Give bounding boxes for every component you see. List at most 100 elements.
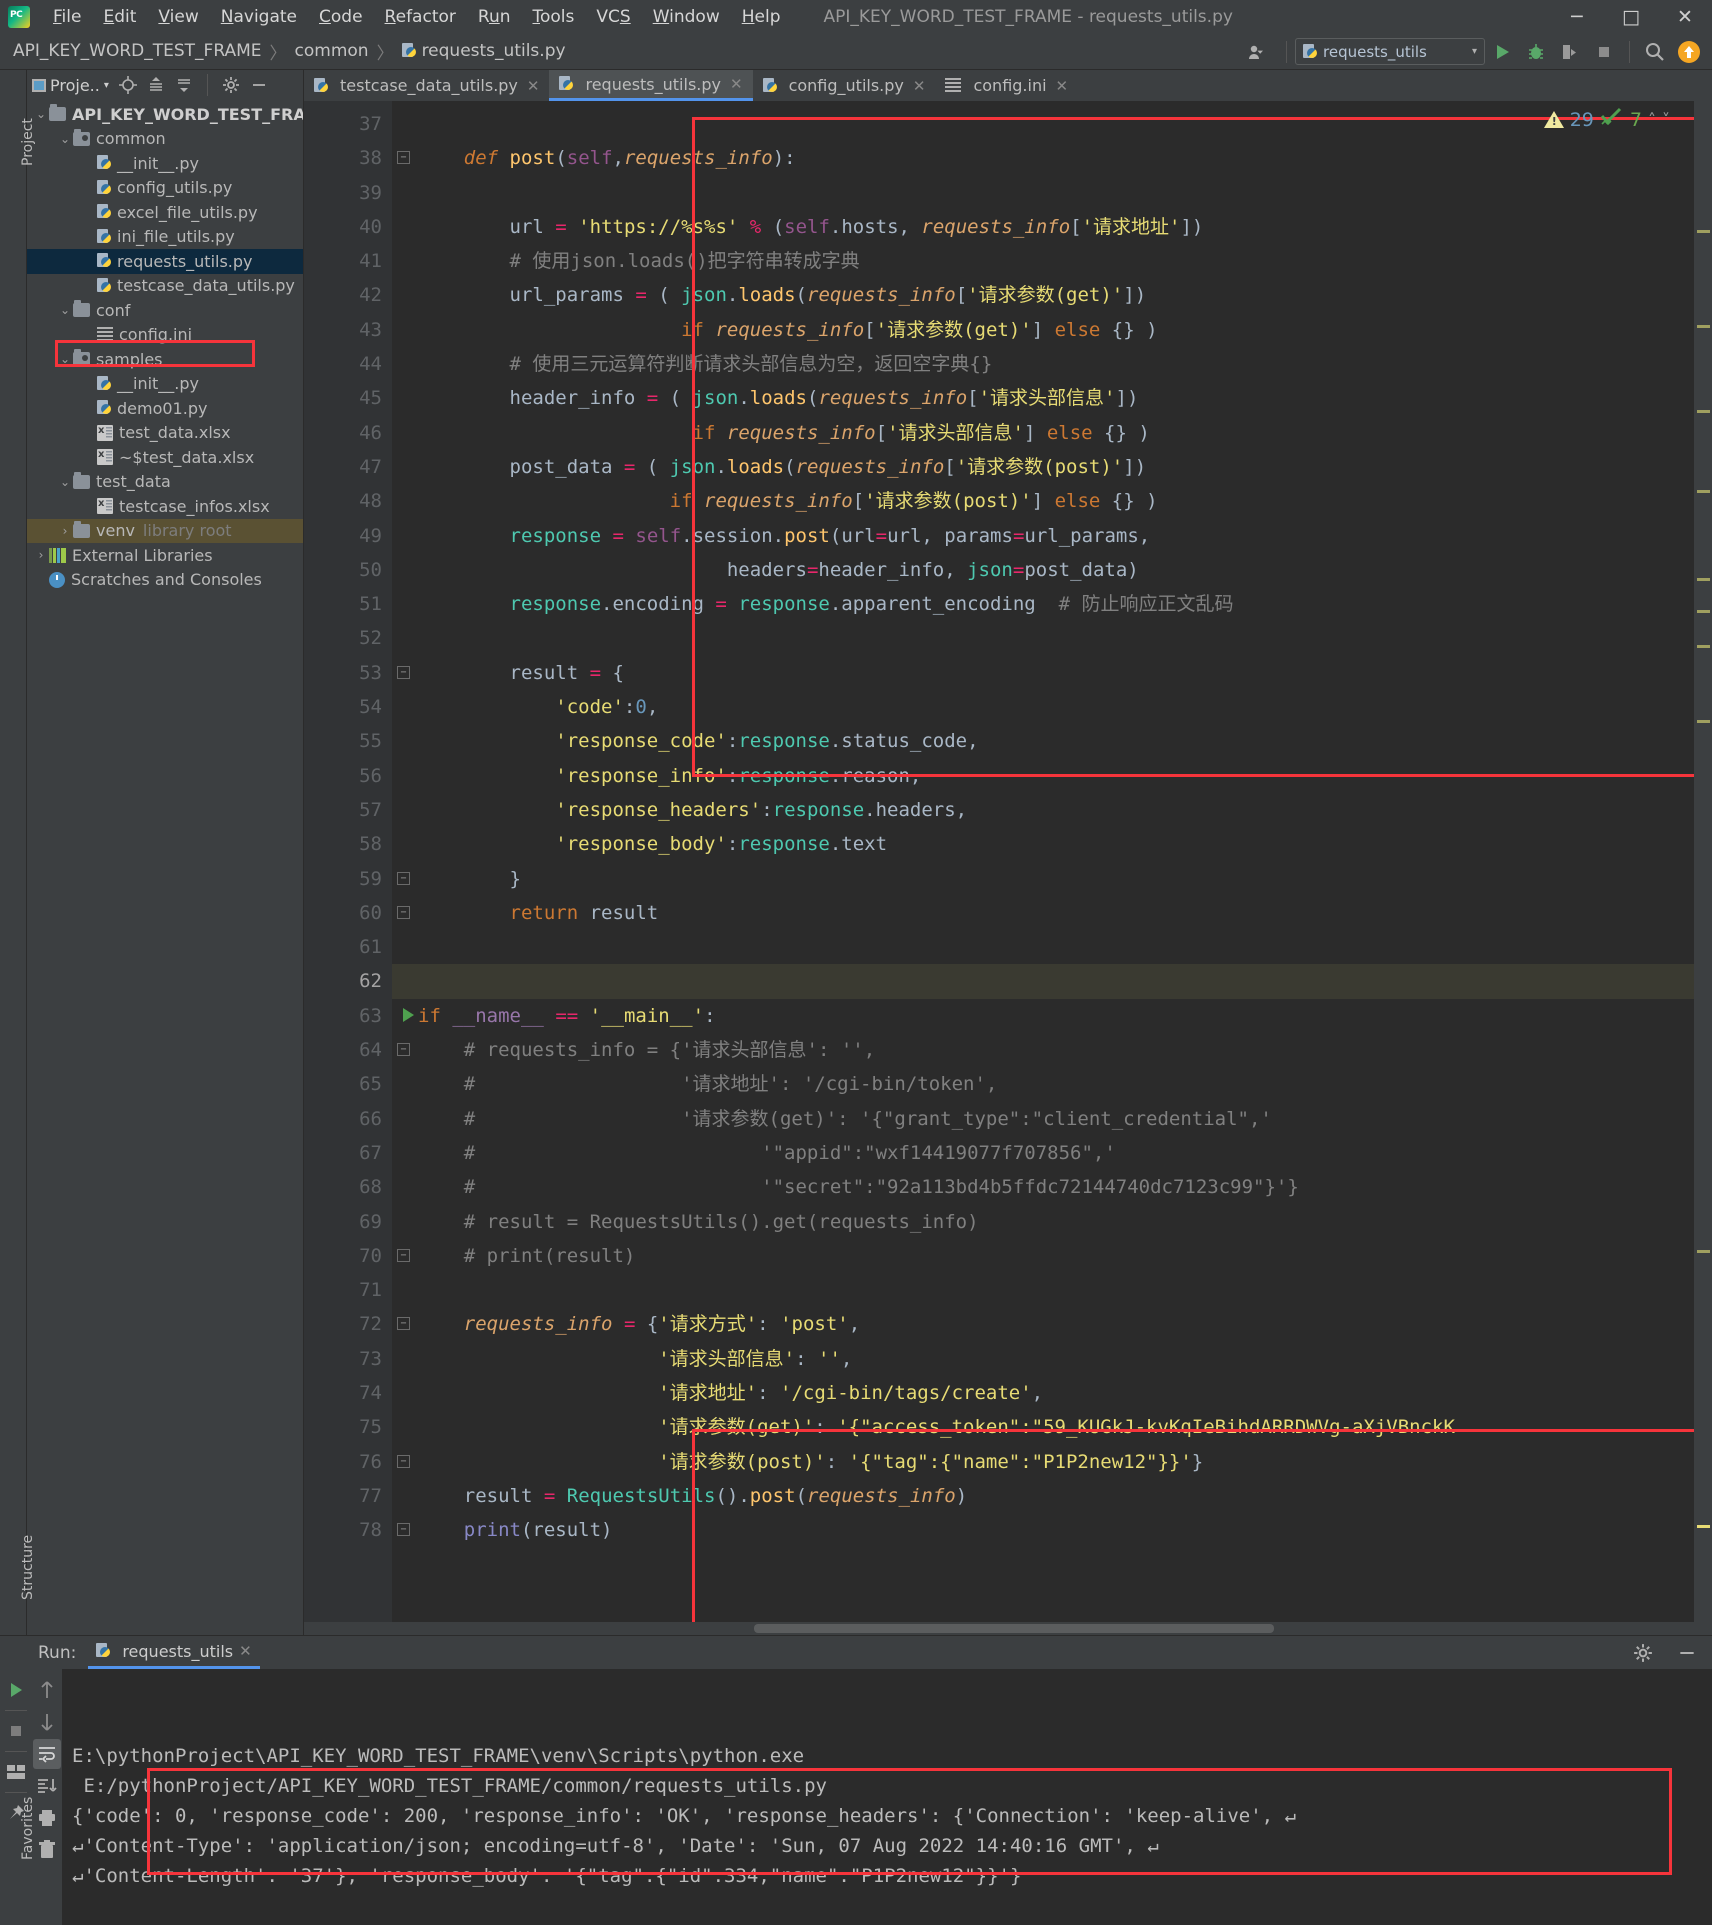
code-line[interactable]: if requests_info['请求参数(post)'] else {} ) [392,484,1694,518]
line-number[interactable]: 71 [304,1273,392,1307]
code-line[interactable] [392,964,1694,999]
code-line[interactable]: '请求参数(post)': '{"tag":{"name":"P1P2new12… [392,1445,1694,1479]
line-number[interactable]: 52 [304,621,392,655]
line-number[interactable]: 60− [304,896,410,930]
run-configuration-selector[interactable]: requests_utils ▾ [1295,38,1485,65]
breadcrumb-folder[interactable]: common [292,41,372,61]
code-line[interactable]: url = 'https://%s%s' % (self.hosts, requ… [392,210,1694,244]
editor-viewport[interactable]: 37 38−39 40 41 42 43 44 45 46 47 48 49 50 51 52 53−54 55… [304,101,1694,1622]
disclosure-triangle-icon[interactable]: ⌄ [57,352,73,366]
tree-item-test-data[interactable]: ⌄ test_data [27,470,303,495]
close-icon[interactable]: ✕ [1056,77,1069,95]
editor-tab-config-ini[interactable]: config.ini ✕ [935,70,1078,101]
rail-tab-favorites[interactable]: Favorites [20,1797,36,1860]
code-line[interactable]: result = RequestsUtils().post(requests_i… [392,1479,1694,1513]
code-line[interactable] [392,107,1694,141]
line-number[interactable]: 58 [304,827,392,861]
code-line[interactable]: print(result) [392,1513,1694,1547]
line-number[interactable]: 39 [304,176,392,210]
disclosure-triangle-icon[interactable]: › [57,524,73,538]
line-number[interactable]: 73 [304,1342,392,1376]
close-icon[interactable]: ✕ [913,77,926,95]
line-number[interactable]: 42 [304,278,392,312]
line-number[interactable]: 57 [304,793,392,827]
menu-window[interactable]: Window [642,4,731,30]
soft-wrap-icon[interactable] [32,1739,61,1769]
line-number[interactable]: 50 [304,553,392,587]
project-panel-title[interactable]: Proje.. ▾ [32,76,113,95]
inspection-widget[interactable]: 29 7 ˄ ˅ [1543,107,1670,132]
code-line[interactable]: # '"secret":"92a113bd4b5ffdc72144740dc71… [392,1170,1694,1204]
line-number[interactable]: 46 [304,416,392,450]
code-content[interactable]: def post(self,requests_info): url = 'htt… [392,101,1694,1622]
code-line[interactable]: url_params = ( json.loads(requests_info[… [392,278,1694,312]
code-line[interactable]: '请求地址': '/cgi-bin/tags/create', [392,1376,1694,1410]
tree-item-conf[interactable]: ⌄ conf [27,298,303,323]
tree-item--init-py[interactable]: __init__.py [27,151,303,176]
tree-item-scratches-and-consoles[interactable]: Scratches and Consoles [27,568,303,593]
menu-help[interactable]: Help [731,4,792,30]
tree-item--test-data-xlsx[interactable]: ~$test_data.xlsx [27,445,303,470]
disclosure-triangle-icon[interactable]: ⌄ [33,107,49,121]
tree-item-ini-file-utils-py[interactable]: ini_file_utils.py [27,225,303,250]
close-icon[interactable]: ✕ [239,1642,252,1660]
line-number[interactable]: 47 [304,450,392,484]
editor-marker-bar[interactable] [1694,70,1712,1635]
code-line[interactable]: 'response_body':response.text [392,827,1694,861]
up-icon[interactable] [33,1675,61,1705]
hide-icon[interactable] [1670,1636,1704,1670]
tree-item-testcase-data-utils-py[interactable]: testcase_data_utils.py [27,274,303,299]
disclosure-triangle-icon[interactable]: › [33,548,49,562]
line-number[interactable]: 74 [304,1376,392,1410]
coverage-icon[interactable] [1553,35,1587,69]
line-number[interactable]: 66 [304,1102,392,1136]
line-number[interactable]: 75 [304,1410,392,1444]
search-icon[interactable] [1638,35,1672,69]
update-icon[interactable] [1672,35,1706,69]
locate-icon[interactable] [115,72,141,98]
editor-tab-config-utils-py[interactable]: config_utils.py ✕ [753,70,936,101]
code-line[interactable]: return result [392,896,1694,930]
line-number[interactable]: 55 [304,724,392,758]
code-line[interactable]: response.encoding = response.apparent_en… [392,587,1694,621]
code-line[interactable] [392,176,1694,210]
disclosure-triangle-icon[interactable]: ⌄ [57,132,73,146]
line-number[interactable]: 53− [304,656,410,690]
line-number[interactable]: 40 [304,210,392,244]
code-line[interactable]: requests_info = {'请求方式': 'post', [392,1307,1694,1341]
menu-code[interactable]: Code [308,4,374,30]
code-line[interactable]: 'response_code':response.status_code, [392,724,1694,758]
code-line[interactable]: # result = RequestsUtils().get(requests_… [392,1205,1694,1239]
tree-item-common[interactable]: ⌄ common [27,127,303,152]
hide-icon[interactable] [246,72,272,98]
line-number[interactable]: 44 [304,347,392,381]
line-number[interactable]: 48 [304,484,392,518]
tree-item-testcase-infos-xlsx[interactable]: testcase_infos.xlsx [27,494,303,519]
tree-item-external-libraries[interactable]: › External Libraries [27,543,303,568]
code-line[interactable]: if requests_info['请求头部信息'] else {} ) [392,416,1694,450]
menu-tools[interactable]: Tools [522,4,586,30]
code-line[interactable]: post_data = ( json.loads(requests_info['… [392,450,1694,484]
line-number[interactable]: 62 [304,964,392,998]
line-number[interactable]: 72− [304,1307,410,1341]
run-icon[interactable] [1485,35,1519,69]
code-line[interactable] [392,1273,1694,1307]
line-number[interactable]: 76− [304,1445,410,1479]
line-number[interactable]: 61 [304,930,392,964]
menu-view[interactable]: View [147,4,209,30]
code-line[interactable]: # '请求参数(get)': '{"grant_type":"client_cr… [392,1102,1694,1136]
close-icon[interactable]: ✕ [527,77,540,95]
code-line[interactable]: # 使用三元运算符判断请求头部信息为空，返回空字典{} [392,347,1694,381]
line-number[interactable]: 77 [304,1479,392,1513]
tree-item-api-key-word-test-frame[interactable]: ⌄ API_KEY_WORD_TEST_FRAME [27,102,303,127]
line-number[interactable]: 54 [304,690,392,724]
line-number[interactable]: 70− [304,1239,410,1273]
line-number[interactable]: 69 [304,1205,392,1239]
tree-item-config-ini[interactable]: config.ini [27,323,303,348]
editor-horizontal-scrollbar[interactable] [304,1622,1694,1635]
stop-icon[interactable] [2,1716,30,1746]
code-line[interactable] [392,930,1694,964]
line-number[interactable]: 45 [304,381,392,415]
line-number[interactable]: 43 [304,313,392,347]
tree-item-test-data-xlsx[interactable]: test_data.xlsx [27,421,303,446]
